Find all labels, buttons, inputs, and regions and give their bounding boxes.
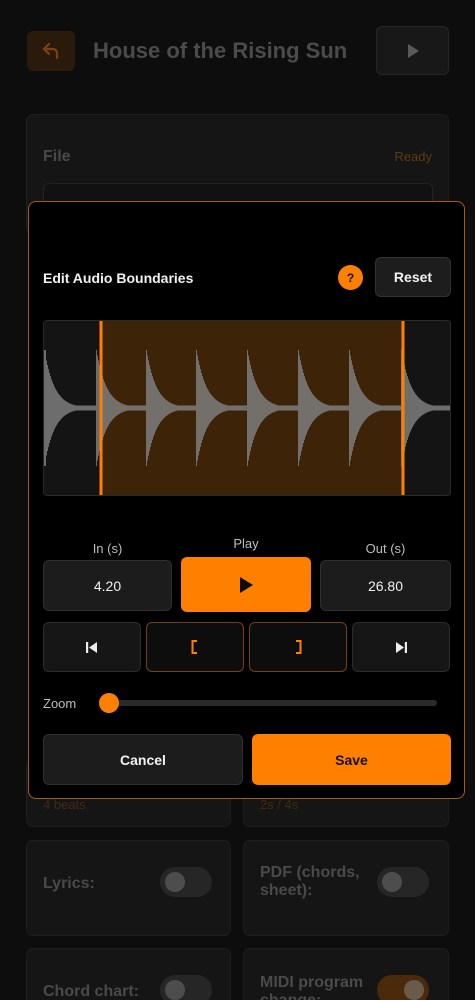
play-button[interactable] bbox=[181, 557, 311, 612]
set-in-bracket-icon bbox=[191, 640, 197, 654]
pdf-toggle[interactable] bbox=[377, 867, 429, 897]
save-button[interactable]: Save bbox=[252, 734, 451, 785]
skip-to-end-icon bbox=[396, 641, 407, 653]
back-arrow-icon bbox=[42, 42, 59, 60]
midi-label: MIDI program change: bbox=[260, 974, 364, 1000]
play-icon bbox=[407, 43, 419, 58]
set-in-button[interactable] bbox=[146, 622, 244, 672]
out-boundary-handle bbox=[401, 321, 405, 495]
lyrics-toggle[interactable] bbox=[160, 867, 212, 897]
waveform-view[interactable] bbox=[43, 320, 451, 496]
lyrics-card: Lyrics: bbox=[26, 840, 231, 936]
pdf-card: PDF (chords, sheet): bbox=[243, 840, 449, 936]
help-icon: ? bbox=[346, 270, 355, 285]
set-out-bracket-icon bbox=[296, 640, 302, 654]
zoom-slider-thumb[interactable] bbox=[99, 693, 119, 713]
set-out-button[interactable] bbox=[249, 622, 347, 672]
skip-to-end-button[interactable] bbox=[352, 622, 450, 672]
page-title: House of the Rising Sun bbox=[93, 38, 348, 63]
chord-label: Chord chart: bbox=[43, 983, 139, 1000]
in-boundary-handle bbox=[99, 321, 103, 495]
audio-boundaries-dialog: Edit Audio Boundaries ? Reset In (s) Pla… bbox=[28, 201, 465, 799]
out-value-field[interactable]: 26.80 bbox=[320, 560, 451, 611]
play-label: Play bbox=[233, 536, 259, 551]
zoom-slider[interactable] bbox=[99, 693, 437, 713]
cancel-button[interactable]: Cancel bbox=[43, 734, 243, 785]
header-play-button[interactable] bbox=[376, 26, 449, 75]
skip-to-start-icon bbox=[86, 641, 97, 653]
beats-value: 4 beats bbox=[43, 797, 86, 812]
waveform-graphic bbox=[44, 321, 450, 495]
file-label: File bbox=[43, 148, 71, 165]
in-value-field[interactable]: 4.20 bbox=[43, 560, 172, 611]
zoom-label: Zoom bbox=[43, 696, 77, 711]
file-status: Ready bbox=[394, 149, 432, 164]
reset-button[interactable]: Reset bbox=[375, 257, 451, 297]
lyrics-label: Lyrics: bbox=[43, 875, 95, 892]
in-label: In (s) bbox=[92, 541, 123, 556]
help-button[interactable]: ? bbox=[338, 265, 363, 290]
midi-card: MIDI program change: bbox=[243, 948, 449, 1000]
page-header: House of the Rising Sun bbox=[0, 0, 475, 100]
chord-toggle[interactable] bbox=[160, 975, 212, 1000]
chord-card: Chord chart: bbox=[26, 948, 231, 1000]
skip-to-start-button[interactable] bbox=[43, 622, 141, 672]
screen: House of the Rising Sun File Ready 4 bea… bbox=[0, 0, 475, 1000]
pdf-label: PDF (chords, sheet): bbox=[260, 864, 360, 899]
time-value: 2s / 4s bbox=[260, 797, 299, 812]
midi-toggle[interactable] bbox=[377, 975, 429, 1000]
back-button[interactable] bbox=[27, 31, 75, 71]
out-label: Out (s) bbox=[365, 541, 406, 556]
play-icon bbox=[240, 576, 253, 593]
dialog-title: Edit Audio Boundaries bbox=[43, 270, 194, 286]
